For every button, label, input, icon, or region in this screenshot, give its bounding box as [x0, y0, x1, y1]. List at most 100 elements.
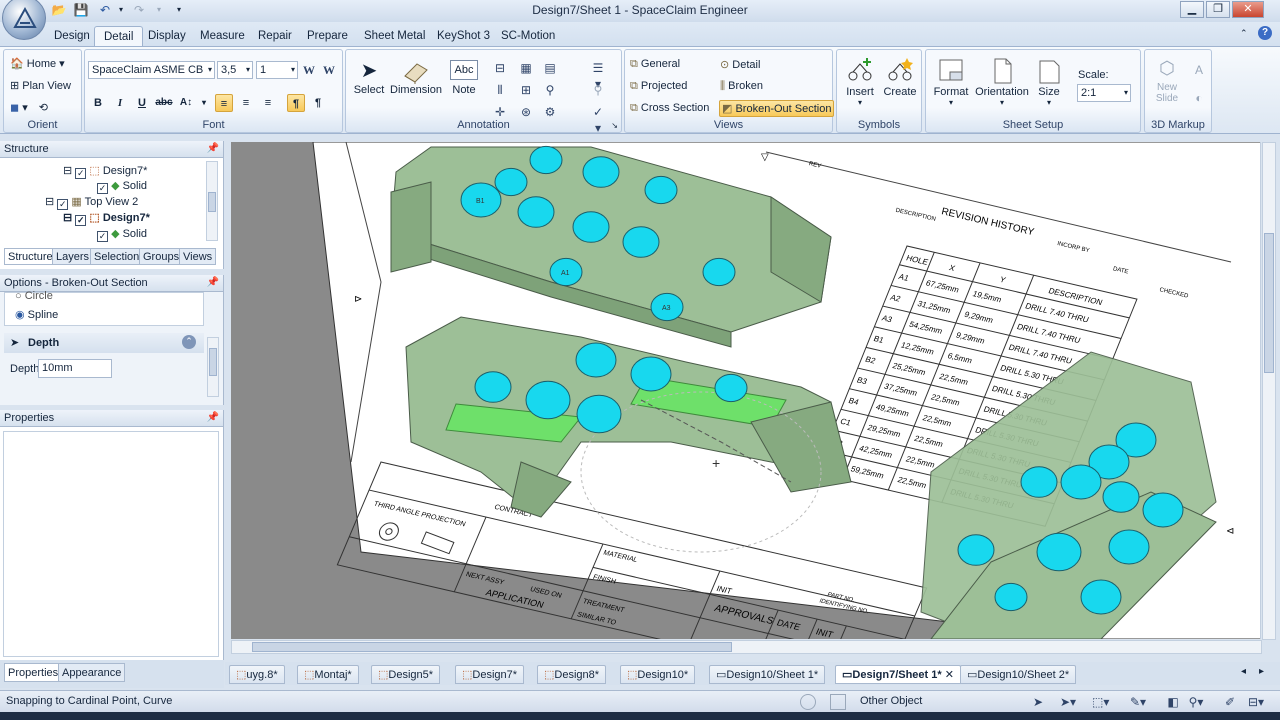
- tab-keyshot[interactable]: KeyShot 3: [428, 26, 499, 47]
- scale-combo[interactable]: 2:1 ▾: [1077, 84, 1131, 102]
- redo-icon[interactable]: ↷: [130, 2, 148, 18]
- bold-icon[interactable]: B: [89, 94, 107, 112]
- pin-icon[interactable]: 📌: [207, 410, 219, 426]
- new-slide-button[interactable]: ⬡ New Slide: [1151, 58, 1183, 104]
- align-left-icon[interactable]: ≡: [215, 94, 233, 112]
- surface-finish-icon[interactable]: ⫴: [492, 82, 508, 98]
- viewport-vertical-scrollbar[interactable]: [1262, 142, 1276, 640]
- minimize-ribbon-icon[interactable]: ⌃: [1240, 28, 1248, 39]
- select-tool-icon[interactable]: ➤: [1030, 694, 1046, 710]
- gear-icon[interactable]: ⚙: [542, 104, 558, 120]
- tree-item[interactable]: ⊟ ✓ ⬚ Design7*: [63, 164, 147, 179]
- display-style-icon[interactable]: ◧: [1165, 694, 1181, 710]
- doc-tab[interactable]: ⬚Design10*: [620, 665, 696, 684]
- tab-sheet-metal[interactable]: Sheet Metal: [355, 26, 434, 47]
- visibility-checkbox[interactable]: ✓: [97, 183, 108, 194]
- text-direction-rtl-icon[interactable]: ¶: [309, 94, 327, 112]
- check-icon[interactable]: ✓ ▾: [590, 104, 606, 135]
- tab-appearance[interactable]: Appearance: [58, 663, 126, 682]
- text-width-narrow-icon[interactable]: W: [301, 62, 317, 78]
- tree-item[interactable]: ⊟ ✓ ▦ Top View 2: [45, 195, 138, 210]
- visibility-checkbox[interactable]: ✓: [75, 215, 87, 226]
- text-width-wide-icon[interactable]: W: [321, 62, 337, 78]
- doc-tab[interactable]: ▭Design10/Sheet 1*: [709, 665, 826, 684]
- tab-views[interactable]: Views: [179, 248, 217, 265]
- visibility-checkbox[interactable]: ✓: [57, 199, 69, 210]
- tab-measure[interactable]: Measure: [191, 26, 254, 47]
- minimize-button[interactable]: ▁: [1180, 1, 1204, 18]
- box-select-icon[interactable]: ⬚▾: [1092, 694, 1109, 710]
- viewport-horizontal-scrollbar[interactable]: [231, 640, 1262, 654]
- collapse-section-icon[interactable]: ⌃: [182, 335, 196, 349]
- underline-icon[interactable]: U: [133, 94, 151, 112]
- tab-layers[interactable]: Layers: [52, 248, 94, 265]
- collapse-icon[interactable]: ⊟: [63, 165, 72, 177]
- geometric-tolerance-icon[interactable]: ▤: [542, 60, 558, 76]
- detail-view-button[interactable]: ⊙ Detail: [720, 58, 760, 71]
- visibility-checkbox[interactable]: ✓: [97, 231, 108, 242]
- tab-properties[interactable]: Properties: [4, 663, 63, 682]
- tree-item[interactable]: ⊟ ✓ ⬚ Design7*: [63, 211, 150, 226]
- list-icon[interactable]: ☰ ▾: [590, 60, 606, 91]
- weld-symbol-icon[interactable]: ⚲: [542, 82, 558, 98]
- undo-dropdown-icon[interactable]: ▾: [112, 2, 130, 18]
- bolt-circle-icon[interactable]: ⊛: [518, 104, 534, 120]
- text-direction-ltr-icon[interactable]: ¶: [287, 94, 305, 112]
- help-icon[interactable]: ?: [1258, 26, 1272, 40]
- open-icon[interactable]: 📂: [50, 2, 68, 18]
- tab-design[interactable]: Design: [45, 26, 99, 47]
- view-options-icon[interactable]: ⊟▾: [1248, 694, 1264, 710]
- close-tab-icon[interactable]: ✕: [945, 669, 954, 681]
- save-icon[interactable]: 💾: [72, 2, 90, 18]
- search-icon[interactable]: ⚲: [590, 82, 606, 98]
- tree-item[interactable]: ✓ ◆ Solid: [97, 227, 147, 242]
- superscript-icon[interactable]: A↕: [177, 94, 195, 112]
- customize-qat-icon[interactable]: ▾: [170, 2, 188, 18]
- tab-repair[interactable]: Repair: [249, 26, 301, 47]
- tab-prepare[interactable]: Prepare: [298, 26, 357, 47]
- chevron-down-icon[interactable]: ▾: [195, 94, 213, 112]
- drawing-viewport[interactable]: ⊳ ▽ ⊲ REVISION HISTORY DESCRIPTION REV I…: [231, 142, 1261, 639]
- tree-item[interactable]: ✓ ◆ Solid: [97, 179, 147, 194]
- tab-selection[interactable]: Selection: [90, 248, 144, 265]
- visibility-checkbox[interactable]: ✓: [75, 168, 87, 179]
- format-button[interactable]: Format ▾: [930, 56, 972, 107]
- doc-tab[interactable]: ⬚Design5*: [371, 665, 441, 684]
- options-scrollbar[interactable]: [207, 337, 219, 397]
- doc-tab[interactable]: ⬚Montaj*: [297, 665, 359, 684]
- general-view-button[interactable]: ⧉ General: [630, 58, 680, 71]
- markup-text-icon[interactable]: A: [1191, 62, 1207, 78]
- pin-icon[interactable]: 📌: [207, 141, 219, 157]
- size-button[interactable]: Size ▾: [1032, 56, 1066, 107]
- tab-display[interactable]: Display: [139, 26, 195, 47]
- circle-option[interactable]: ○ Circle: [15, 290, 53, 302]
- structure-scrollbar[interactable]: [206, 161, 218, 241]
- align-center-icon[interactable]: ≡: [237, 94, 255, 112]
- home-button[interactable]: 🏠 Home ▾: [10, 57, 65, 70]
- markup-color-icon[interactable]: ◐: [1191, 90, 1207, 106]
- restore-button[interactable]: ❐: [1206, 1, 1230, 18]
- view-cube-button[interactable]: ◼ ▾ ⟲: [10, 101, 48, 114]
- broken-view-button[interactable]: ⫼ Broken: [720, 80, 763, 93]
- other-object-label[interactable]: Other Object: [860, 695, 922, 707]
- align-right-icon[interactable]: ≡: [259, 94, 277, 112]
- center-mark-icon[interactable]: ✛: [492, 104, 508, 120]
- drawing-canvas[interactable]: ⊳ ▽ ⊲ REVISION HISTORY DESCRIPTION REV I…: [231, 142, 1261, 639]
- doc-tab[interactable]: ▭Design10/Sheet 2*: [960, 665, 1077, 684]
- datum-icon[interactable]: ⊟: [492, 60, 508, 76]
- depth-section-header[interactable]: ➤ Depth ⌃: [4, 333, 204, 353]
- tab-structure[interactable]: Structure: [4, 248, 57, 265]
- font-size-combo[interactable]: 3,5 ▾: [217, 61, 253, 79]
- select-button[interactable]: ➤ Select: [352, 58, 386, 96]
- collapse-icon[interactable]: ⊟: [63, 212, 72, 224]
- strikethrough-icon[interactable]: abc: [155, 94, 173, 112]
- tab-scroll-right-icon[interactable]: ▸: [1259, 666, 1264, 677]
- font-scale-combo[interactable]: 1 ▾: [256, 61, 298, 79]
- pin-icon[interactable]: 📌: [207, 275, 219, 291]
- font-family-combo[interactable]: SpaceClaim ASME CB ▾: [88, 61, 215, 79]
- zoom-icon[interactable]: ⚲▾: [1188, 694, 1204, 710]
- table-icon[interactable]: ▦: [518, 60, 534, 76]
- doc-tab-active[interactable]: ▭Design7/Sheet 1* ✕: [835, 665, 961, 684]
- plan-view-button[interactable]: ⊞ Plan View: [10, 79, 71, 92]
- collapse-icon[interactable]: ⊟: [45, 196, 54, 208]
